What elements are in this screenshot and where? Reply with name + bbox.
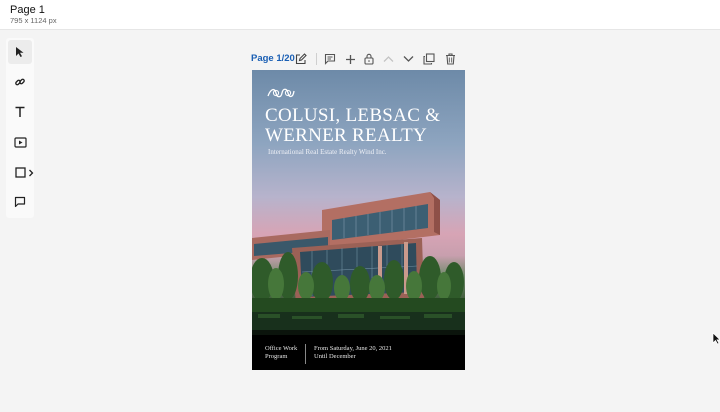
select-tool-button[interactable] xyxy=(8,40,32,64)
duplicate-page-button[interactable] xyxy=(421,51,437,67)
page-number-label: Page 1/20 xyxy=(251,53,295,64)
page-title: Page 1 xyxy=(10,4,45,16)
trash-icon xyxy=(445,53,455,65)
square-icon xyxy=(14,166,26,178)
comment-tool-button[interactable] xyxy=(8,190,32,214)
video-tool-button[interactable] xyxy=(8,130,32,154)
add-page-button[interactable] xyxy=(342,51,358,67)
edit-icon xyxy=(295,53,307,65)
top-bar: Page 1 795 x 1124 px xyxy=(0,0,720,30)
footer-program-text: Office Work Program xyxy=(265,345,298,360)
footer-divider xyxy=(305,344,306,364)
lock-icon xyxy=(364,53,374,65)
document-page[interactable]: COLUSI, LEBSAC & WERNER REALTY Internati… xyxy=(252,70,465,370)
move-page-up-button[interactable] xyxy=(380,51,396,67)
duplicate-icon xyxy=(423,53,435,65)
delete-page-button[interactable] xyxy=(442,51,458,67)
plus-icon xyxy=(345,54,355,64)
lock-page-button[interactable] xyxy=(361,51,377,67)
footer-date-text: From Saturday, June 20, 2021 Until Decem… xyxy=(314,345,392,360)
move-page-down-button[interactable] xyxy=(400,51,416,67)
tool-rail xyxy=(6,38,34,218)
cover-subhead: International Real Estate Realty Wind In… xyxy=(268,148,387,156)
wave-logo-icon xyxy=(267,88,295,98)
page-toolbar: Page 1/20 xyxy=(250,50,470,68)
page-dimensions: 795 x 1124 px xyxy=(10,16,57,25)
chevron-down-icon xyxy=(403,56,413,62)
cover-headline: COLUSI, LEBSAC & WERNER REALTY xyxy=(265,105,441,146)
comment-icon xyxy=(324,53,336,65)
mouse-cursor-icon xyxy=(712,332,720,345)
text-tool-button[interactable] xyxy=(8,100,32,124)
video-icon xyxy=(13,136,27,148)
link-icon xyxy=(15,78,25,86)
toolbar-divider xyxy=(316,53,317,65)
add-comment-button[interactable] xyxy=(322,51,338,67)
building-photo xyxy=(252,192,465,335)
cursor-arrow-icon xyxy=(16,47,24,57)
chevron-up-icon xyxy=(383,56,393,62)
speech-bubble-icon xyxy=(14,196,26,208)
cover-footer: Office Work Program From Saturday, June … xyxy=(252,335,465,370)
text-icon xyxy=(15,106,25,117)
link-tool-button[interactable] xyxy=(8,70,32,94)
shape-menu-chevron-right-icon[interactable] xyxy=(28,169,34,177)
edit-page-button[interactable] xyxy=(293,51,309,67)
